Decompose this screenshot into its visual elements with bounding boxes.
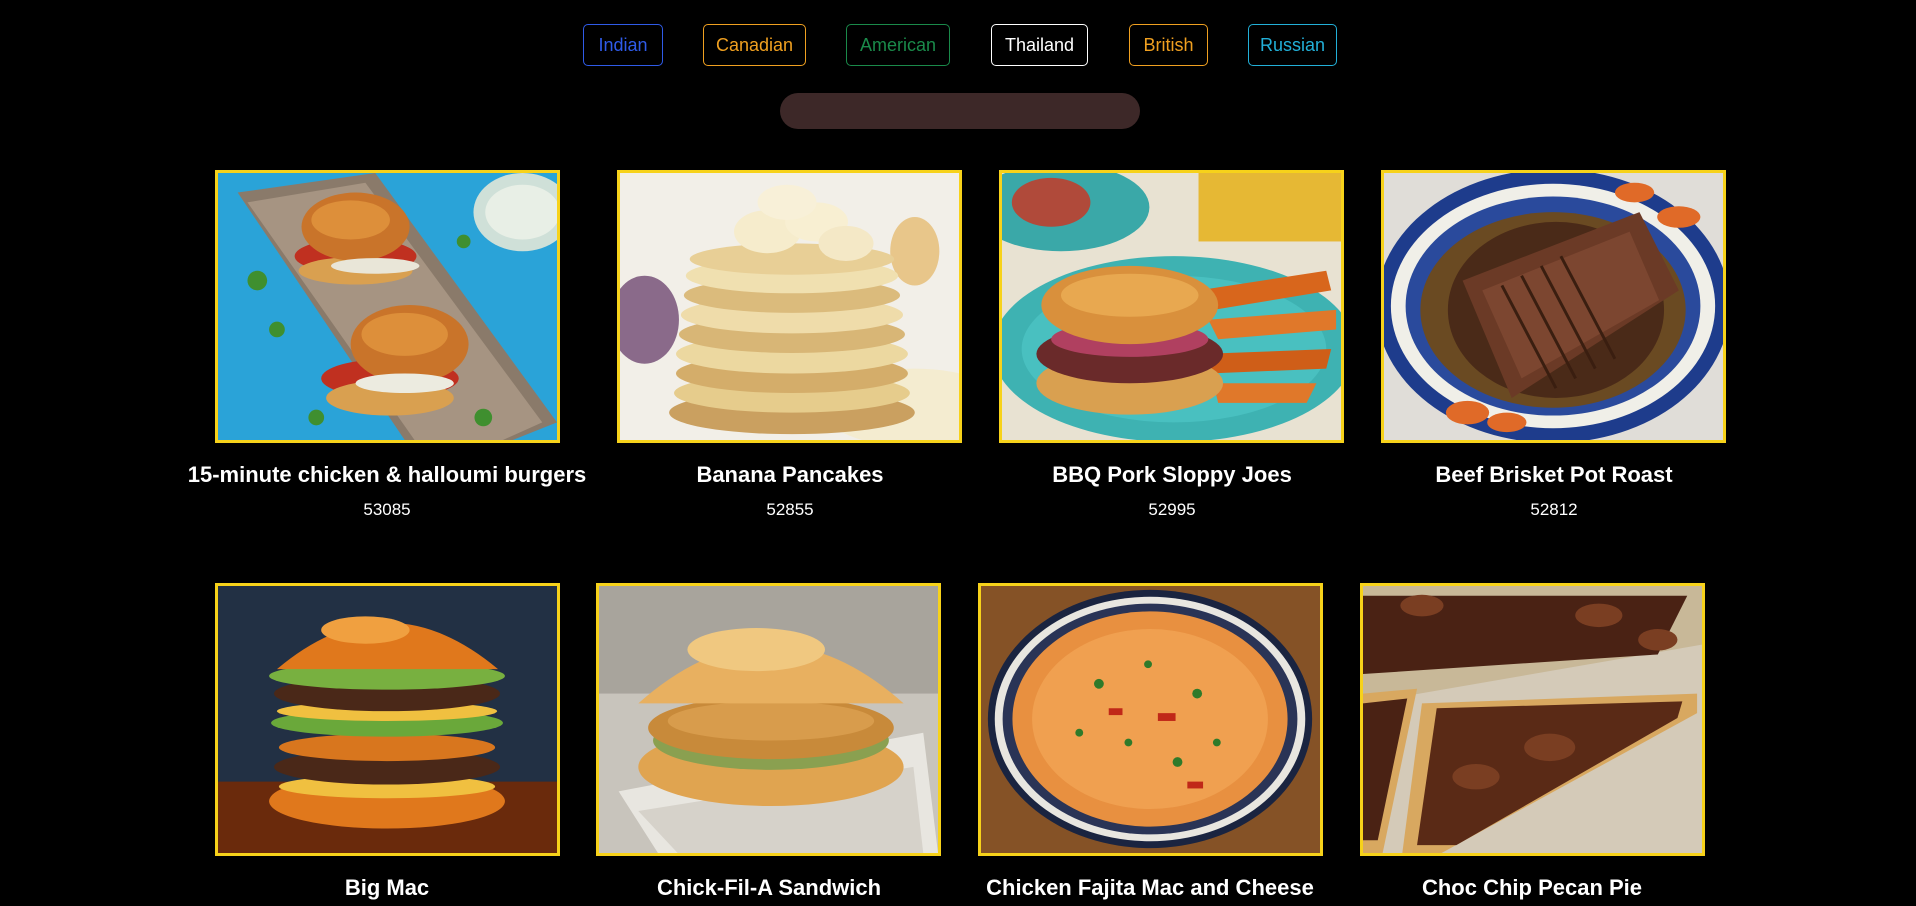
meal-image-sloppy-joes[interactable] [999,170,1344,443]
meal-title[interactable]: Banana Pancakes [640,462,940,488]
meal-image-fajita-mac[interactable] [978,583,1323,856]
meal-title[interactable]: Beef Brisket Pot Roast [1404,462,1704,488]
search-input[interactable] [780,93,1140,129]
meal-image-pecan-pie[interactable] [1360,583,1705,856]
meal-title[interactable]: 15-minute chicken & halloumi burgers [137,462,637,488]
filter-american[interactable]: American [846,24,950,66]
meal-image-burgers[interactable] [215,170,560,443]
meal-title[interactable]: BBQ Pork Sloppy Joes [1022,462,1322,488]
page: Indian Canadian American Thailand Britis… [0,0,1916,906]
meal-title[interactable]: Chicken Fajita Mac and Cheese [950,875,1350,901]
meal-title[interactable]: Chick-Fil-A Sandwich [619,875,919,901]
meal-image-chicken-sandwich[interactable] [596,583,941,856]
meal-id: 52812 [1530,500,1578,519]
meal-image-brisket[interactable] [1381,170,1726,443]
filter-british[interactable]: British [1129,24,1208,66]
filter-canadian[interactable]: Canadian [703,24,806,66]
meal-title[interactable]: Choc Chip Pecan Pie [1382,875,1682,901]
meal-title[interactable]: Big Mac [237,875,537,901]
meal-id: 52995 [1148,500,1196,519]
meal-id: 52855 [766,500,814,519]
filter-russian[interactable]: Russian [1248,24,1337,66]
filter-thailand[interactable]: Thailand [991,24,1088,66]
meal-image-pancakes[interactable] [617,170,962,443]
meal-id: 53085 [363,500,411,519]
category-filters: Indian Canadian American Thailand Britis… [0,24,1916,68]
filter-indian[interactable]: Indian [583,24,663,66]
meal-image-big-mac[interactable] [215,583,560,856]
